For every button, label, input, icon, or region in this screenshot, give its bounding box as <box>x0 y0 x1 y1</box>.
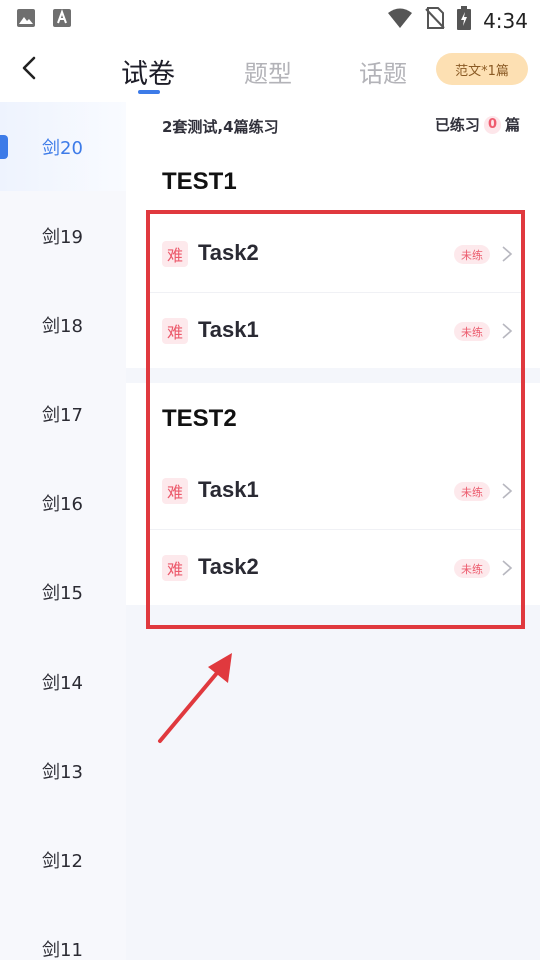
status-time: 4:34 <box>483 8 528 33</box>
sidebar-active-indicator <box>0 135 8 159</box>
sidebar-item-label: 剑16 <box>42 493 83 515</box>
sidebar-item-jian19[interactable]: 剑19 <box>0 191 126 280</box>
sample-essay-button[interactable]: 范文*1篇 <box>436 53 528 85</box>
sidebar-item-jian16[interactable]: 剑16 <box>0 458 126 547</box>
sidebar-item-label: 剑13 <box>42 761 83 783</box>
active-tab-indicator <box>138 90 160 94</box>
sidebar-item-jian20[interactable]: 剑20 <box>0 102 126 191</box>
sidebar-item-label: 剑17 <box>42 404 83 426</box>
practiced-label: 已练习 <box>434 116 480 134</box>
no-sim-icon <box>425 6 445 35</box>
tab-topic[interactable]: 话题 <box>359 54 407 89</box>
test-title: TEST1 <box>162 168 237 195</box>
book-sidebar: 剑20 剑19 剑18 剑17 剑16 剑15 剑14 剑13 剑12 剑11 <box>0 102 126 960</box>
chevron-left-icon <box>22 56 36 80</box>
tab-question-type[interactable]: 题型 <box>244 54 292 89</box>
sidebar-item-label: 剑19 <box>42 226 83 248</box>
set-summary: 2套测试,4篇练习 <box>162 118 279 136</box>
summary-bar: 2套测试,4篇练习 已练习 0 篇 <box>126 102 540 152</box>
image-icon <box>16 8 36 33</box>
practiced-unit: 篇 <box>504 116 520 134</box>
status-bar: 4:34 <box>0 0 540 36</box>
battery-charging-icon <box>457 6 472 35</box>
sidebar-item-jian15[interactable]: 剑15 <box>0 547 126 636</box>
tab-papers[interactable]: 试卷 <box>121 52 175 91</box>
annotation-arrow-icon <box>158 653 232 743</box>
sidebar-item-label: 剑15 <box>42 582 83 604</box>
sidebar-item-label: 剑11 <box>42 939 83 960</box>
screen: 4:34 试卷 题型 话题 范文*1篇 剑20 剑19 剑18 剑17 剑16 … <box>0 0 540 960</box>
sidebar-item-jian14[interactable]: 剑14 <box>0 637 126 726</box>
sidebar-item-label: 剑14 <box>42 672 83 694</box>
wifi-icon <box>387 7 413 34</box>
sidebar-item-jian12[interactable]: 剑12 <box>0 815 126 904</box>
back-button[interactable] <box>14 50 46 86</box>
annotation-highlight-box <box>146 210 525 629</box>
header: 试卷 题型 话题 范文*1篇 <box>0 36 540 102</box>
practiced-summary: 已练习 0 篇 <box>435 114 520 135</box>
sidebar-item-label: 剑12 <box>42 850 83 872</box>
sidebar-item-jian18[interactable]: 剑18 <box>0 280 126 369</box>
sidebar-item-jian17[interactable]: 剑17 <box>0 369 126 458</box>
sidebar-item-label: 剑18 <box>42 315 83 337</box>
practiced-count-badge: 0 <box>483 115 501 134</box>
sidebar-item-jian11[interactable]: 剑11 <box>0 904 126 960</box>
font-a-icon <box>52 8 72 33</box>
sidebar-item-jian13[interactable]: 剑13 <box>0 726 126 815</box>
sidebar-item-label: 剑20 <box>42 137 83 159</box>
